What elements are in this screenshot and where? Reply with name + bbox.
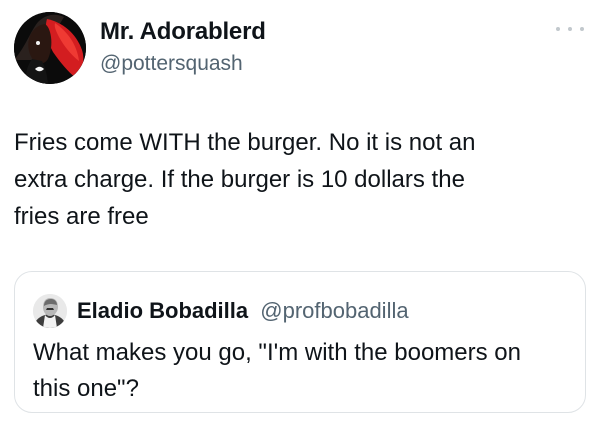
- more-options-icon[interactable]: [556, 24, 584, 34]
- author-name[interactable]: Mr. Adorablerd: [100, 18, 266, 46]
- more-options-dot: [556, 27, 560, 31]
- quoted-author-handle[interactable]: @profbobadilla: [260, 298, 408, 323]
- author-avatar-image: [14, 12, 86, 84]
- quoted-tweet-text: What makes you go, "I'm with the boomers…: [33, 339, 521, 402]
- quoted-author-avatar[interactable]: [33, 294, 67, 328]
- tweet-text: Fries come WITH the burger. No it is not…: [14, 129, 476, 230]
- author-avatar[interactable]: [14, 12, 86, 84]
- quoted-author-avatar-image: [33, 294, 67, 328]
- more-options-dot: [580, 27, 584, 31]
- more-options-dot: [568, 27, 572, 31]
- quoted-author-line: Eladio Bobadilla @profbobadilla: [77, 297, 567, 325]
- author-handle[interactable]: @pottersquash: [100, 52, 243, 76]
- tweet[interactable]: Mr. Adorablerd @pottersquash Fries come …: [0, 0, 600, 423]
- quoted-author-name[interactable]: Eladio Bobadilla: [77, 298, 248, 323]
- quoted-tweet-card[interactable]: Eladio Bobadilla @profbobadilla What mak…: [14, 271, 586, 413]
